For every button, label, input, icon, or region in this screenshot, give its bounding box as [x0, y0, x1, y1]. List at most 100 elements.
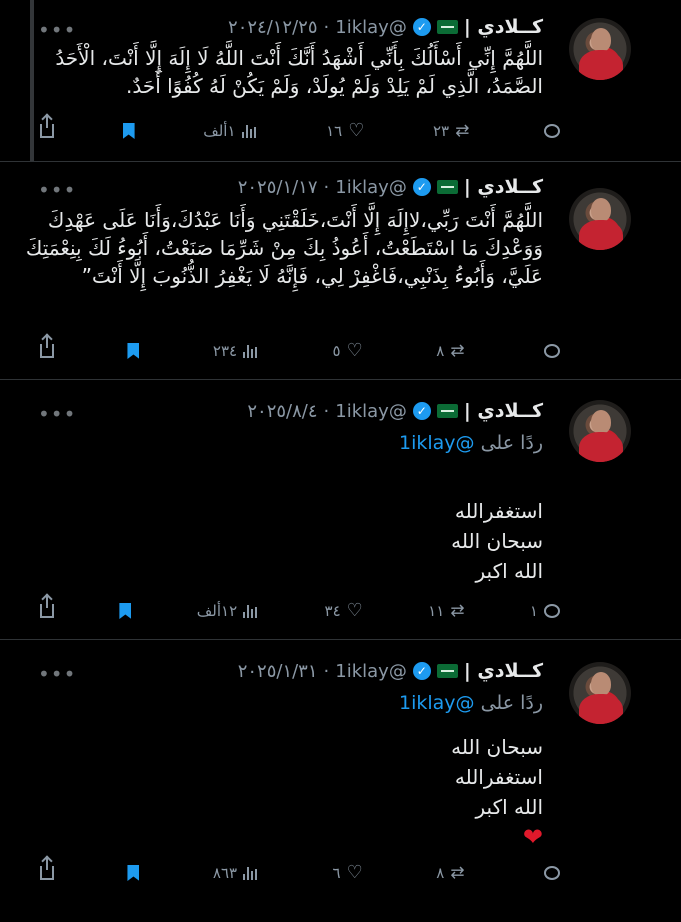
views-button[interactable]: ١ألف: [203, 122, 257, 140]
reply-button[interactable]: [538, 124, 560, 138]
bookmark-button[interactable]: [127, 343, 140, 359]
like-icon: ♡: [346, 862, 363, 883]
retweet-button[interactable]: ٨ ⇄: [436, 342, 464, 360]
tweet-date[interactable]: ٢٠٢٤/١٢/٢٥: [228, 17, 317, 38]
like-button[interactable]: ٦ ♡: [332, 862, 363, 883]
reply-count: ١: [529, 602, 538, 620]
views-button[interactable]: ٨٦٣: [213, 864, 259, 882]
retweet-icon: ⇄: [455, 120, 470, 141]
reply-button[interactable]: [538, 866, 560, 880]
views-icon: [243, 344, 259, 358]
share-button[interactable]: [40, 596, 54, 618]
retweet-icon: ⇄: [450, 340, 465, 361]
avatar[interactable]: [569, 188, 631, 250]
text-line: سبحان الله: [451, 735, 543, 759]
bookmark-icon: [127, 343, 140, 359]
more-icon[interactable]: •••: [38, 18, 76, 42]
reply-icon: [543, 604, 560, 618]
share-button[interactable]: [40, 116, 54, 138]
tweet-header: كــلادي | ✓ @1iklay · ٢٠٢٥/١/٣١: [238, 656, 543, 686]
views-count: ١٢ألف: [196, 602, 238, 620]
share-icon: [40, 336, 54, 358]
handle[interactable]: @1iklay: [335, 17, 407, 38]
tweet-1[interactable]: كــلادي | ✓ @1iklay · ٢٠٢٤/١٢/٢٥ ••• الل…: [0, 0, 681, 162]
avatar[interactable]: [569, 662, 631, 724]
like-button[interactable]: ٣٤ ♡: [324, 600, 363, 621]
tweet-3[interactable]: كــلادي | ✓ @1iklay · ٢٠٢٥/٨/٤ ••• ردًا …: [0, 380, 681, 640]
like-count: ٣٤: [324, 602, 341, 620]
text-line: استغفرالله: [454, 499, 543, 523]
display-name[interactable]: كــلادي |: [464, 16, 543, 38]
bookmark-button[interactable]: [119, 603, 132, 619]
replying-to-mention[interactable]: @1iklay: [399, 432, 475, 454]
views-count: ١ألف: [203, 122, 236, 140]
more-icon[interactable]: •••: [38, 662, 76, 686]
separator-dot: ·: [323, 400, 330, 422]
like-count: ٦: [332, 864, 341, 882]
bookmark-icon: [119, 603, 132, 619]
more-icon[interactable]: •••: [38, 402, 76, 426]
like-button[interactable]: ١٦ ♡: [326, 120, 365, 141]
tweet-date[interactable]: ٢٠٢٥/١/١٧: [238, 177, 318, 198]
handle[interactable]: @1iklay: [335, 661, 407, 682]
like-count: ٥: [332, 342, 341, 360]
views-button[interactable]: ١٢ألف: [197, 602, 259, 620]
tweet-text: سبحان الله استغفرالله الله اكبر ❤: [451, 732, 543, 852]
tweet-actions: ١٢ألف ٣٤ ♡ ١١ ⇄ ١: [40, 596, 560, 624]
retweet-button[interactable]: ٨ ⇄: [436, 864, 464, 882]
more-icon[interactable]: •••: [38, 178, 76, 202]
handle[interactable]: @1iklay: [335, 401, 407, 422]
avatar[interactable]: [569, 400, 631, 462]
replying-to: ردًا على @1iklay: [399, 692, 543, 714]
share-icon: [40, 596, 54, 618]
reply-icon: [543, 124, 560, 138]
replying-to-mention[interactable]: @1iklay: [399, 692, 475, 714]
display-name[interactable]: كــلادي |: [464, 400, 543, 422]
retweet-icon: ⇄: [450, 862, 465, 883]
separator-dot: ·: [323, 16, 330, 38]
share-icon: [40, 116, 54, 138]
verified-badge-icon: ✓: [412, 178, 431, 196]
share-icon: [40, 858, 54, 880]
views-icon: [243, 604, 259, 618]
like-count: ١٦: [326, 122, 343, 140]
avatar[interactable]: [569, 18, 631, 80]
display-name[interactable]: كــلادي |: [464, 660, 543, 682]
like-button[interactable]: ٥ ♡: [332, 342, 363, 361]
tweet-4[interactable]: كــلادي | ✓ @1iklay · ٢٠٢٥/١/٣١ ••• ردًا…: [0, 640, 681, 922]
reply-icon: [543, 344, 560, 358]
retweet-button[interactable]: ١١ ⇄: [428, 602, 464, 620]
tweet-date[interactable]: ٢٠٢٥/١/٣١: [238, 661, 318, 682]
tweet-text: اللَّهُمَّ أَنْتَ رَبِّي،لاإِلَهَ إِلَّا…: [25, 208, 543, 288]
saudi-flag-icon: [436, 20, 458, 34]
handle[interactable]: @1iklay: [335, 177, 407, 198]
tweet-header: كــلادي | ✓ @1iklay · ٢٠٢٤/١٢/٢٥: [228, 12, 543, 42]
saudi-flag-icon: [436, 664, 458, 678]
retweet-count: ٨: [436, 864, 445, 882]
bookmark-button[interactable]: [127, 865, 140, 881]
views-button[interactable]: ٢٣٤: [213, 342, 259, 360]
reply-button[interactable]: ١: [530, 602, 560, 620]
like-icon: ♡: [346, 600, 363, 621]
like-icon: ♡: [348, 120, 365, 141]
bookmark-button[interactable]: [122, 123, 135, 139]
retweet-count: ١١: [428, 602, 445, 620]
tweet-actions: ٢٣٤ ٥ ♡ ٨ ⇄: [40, 336, 560, 364]
saudi-flag-icon: [436, 404, 458, 418]
bookmark-icon: [127, 865, 140, 881]
tweet-header: كــلادي | ✓ @1iklay · ٢٠٢٥/١/١٧: [238, 172, 543, 202]
share-button[interactable]: [40, 336, 54, 358]
reply-button[interactable]: [538, 344, 560, 358]
tweet-date[interactable]: ٢٠٢٥/٨/٤: [247, 401, 317, 422]
views-count: ٢٣٤: [212, 342, 238, 360]
text-line: الله اكبر: [475, 559, 544, 583]
share-button[interactable]: [40, 858, 54, 880]
heart-emoji: ❤: [522, 823, 543, 851]
replying-to: ردًا على @1iklay: [399, 432, 543, 454]
retweet-count: ٢٣: [432, 122, 450, 140]
display-name[interactable]: كــلادي |: [464, 176, 543, 198]
tweet-2[interactable]: كــلادي | ✓ @1iklay · ٢٠٢٥/١/١٧ ••• اللَ…: [0, 162, 681, 380]
retweet-button[interactable]: ٢٣ ⇄: [433, 122, 469, 140]
text-line: الله اكبر: [475, 795, 544, 819]
tweet-text: استغفرالله سبحان الله الله اكبر: [451, 496, 543, 586]
